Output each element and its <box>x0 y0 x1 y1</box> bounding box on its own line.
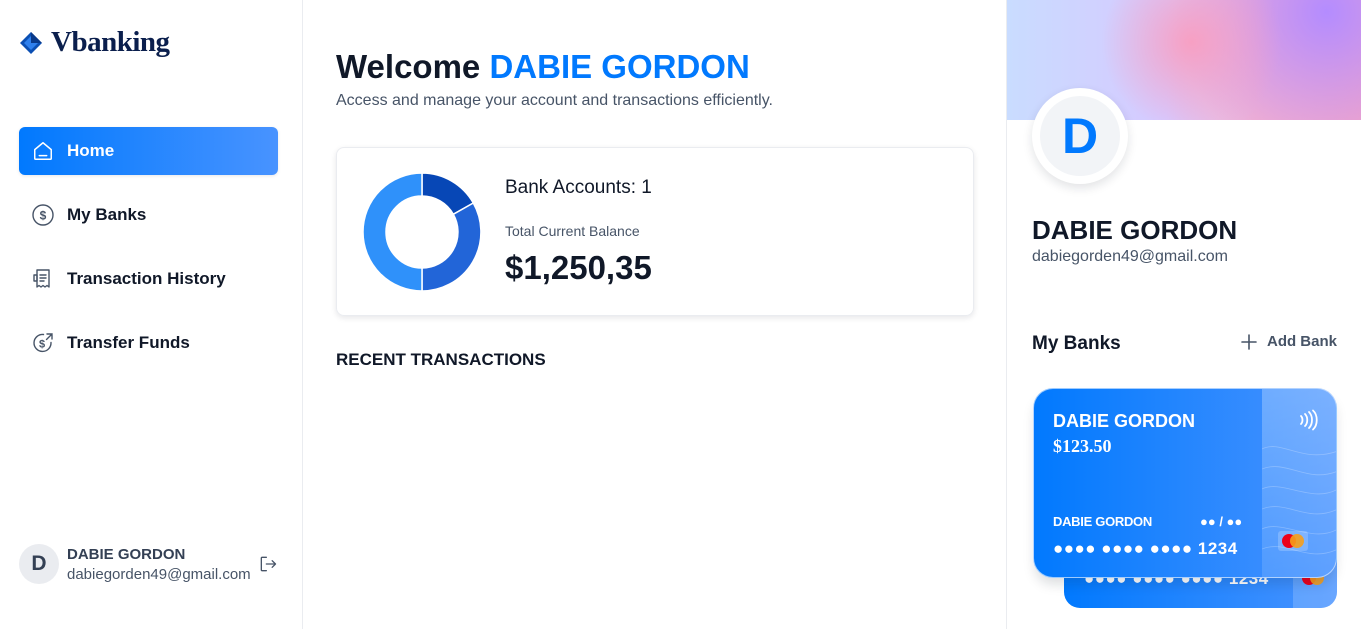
sidebar: Vbanking Home $ My Banks Transaction His… <box>0 0 303 629</box>
sidebar-item-label: Home <box>67 141 115 160</box>
user-name: DABIE GORDON <box>67 545 186 563</box>
logo[interactable]: Vbanking <box>19 26 170 59</box>
svg-text:$: $ <box>39 339 45 351</box>
sidebar-item-transfer-funds[interactable]: $ Transfer Funds <box>19 319 278 367</box>
total-balance-label: Total Current Balance <box>505 223 640 239</box>
card-bank-name: DABIE GORDON <box>1053 411 1196 431</box>
total-balance-value: $1,250,35 <box>505 249 652 286</box>
contactless-icon <box>1300 409 1318 431</box>
main-content: Welcome DABIE GORDON Access and manage y… <box>303 0 1006 629</box>
profile-initial: D <box>1040 96 1120 176</box>
user-email: dabiegorden49@gmail.com <box>67 565 251 583</box>
add-bank-button[interactable]: Add Bank <box>1241 333 1337 350</box>
card-expiry: ●● / ●● <box>1200 514 1243 529</box>
logo-text: Vbanking <box>51 26 170 58</box>
money-send-icon: $ <box>31 331 55 355</box>
sidebar-item-label: Transaction History <box>67 269 226 288</box>
avatar[interactable]: D <box>19 544 59 584</box>
welcome-user-name: DABIE GORDON <box>489 48 750 85</box>
home-icon <box>31 139 55 163</box>
svg-text:$: $ <box>40 209 47 223</box>
donut-segment-3 <box>362 172 423 292</box>
sidebar-item-label: My Banks <box>67 205 147 224</box>
user-info: DABIE GORDON dabiegorden49@gmail.com <box>67 546 251 583</box>
profile-name: DABIE GORDON <box>1032 215 1238 245</box>
bank-accounts-count: Bank Accounts: 1 <box>505 177 652 198</box>
right-sidebar: D DABIE GORDON dabiegorden49@gmail.com M… <box>1006 0 1361 629</box>
profile-email: dabiegorden49@gmail.com <box>1032 248 1228 265</box>
logo-icon <box>20 31 42 54</box>
welcome-prefix: Welcome <box>336 48 481 85</box>
dollar-circle-icon: $ <box>31 203 55 227</box>
sidebar-item-transaction-history[interactable]: Transaction History <box>19 255 278 303</box>
profile-avatar: D <box>1032 88 1128 184</box>
receipt-icon <box>31 267 55 291</box>
card-holder-name: DABIE GORDON <box>1053 514 1152 529</box>
logout-icon[interactable] <box>258 554 278 574</box>
sidebar-item-label: Transfer Funds <box>67 333 190 352</box>
bank-card[interactable]: DABIE GORDON $123.50 DABIE GORDON ●● / ●… <box>1033 388 1337 578</box>
add-bank-label: Add Bank <box>1266 333 1337 350</box>
mastercard-icon <box>1278 531 1308 551</box>
balance-donut-chart <box>362 172 482 292</box>
total-balance-card: Bank Accounts: 1 Total Current Balance $… <box>336 147 974 316</box>
sidebar-nav: Home $ My Banks Transaction History $ Tr… <box>19 127 278 383</box>
card-number: ●●●● ●●●● ●●●● 1234 <box>1053 539 1238 558</box>
page-title: Welcome DABIE GORDON <box>336 48 750 86</box>
sidebar-item-my-banks[interactable]: $ My Banks <box>19 191 278 239</box>
recent-transactions-title: RECENT TRANSACTIONS <box>336 350 546 369</box>
my-banks-title: My Banks <box>1032 333 1121 354</box>
sidebar-item-home[interactable]: Home <box>19 127 278 175</box>
plus-icon <box>1241 333 1257 350</box>
sidebar-footer: D DABIE GORDON dabiegorden49@gmail.com <box>19 544 284 584</box>
donut-segment-2 <box>421 201 482 292</box>
card-balance: $123.50 <box>1053 436 1112 456</box>
page-subtitle: Access and manage your account and trans… <box>336 92 773 109</box>
